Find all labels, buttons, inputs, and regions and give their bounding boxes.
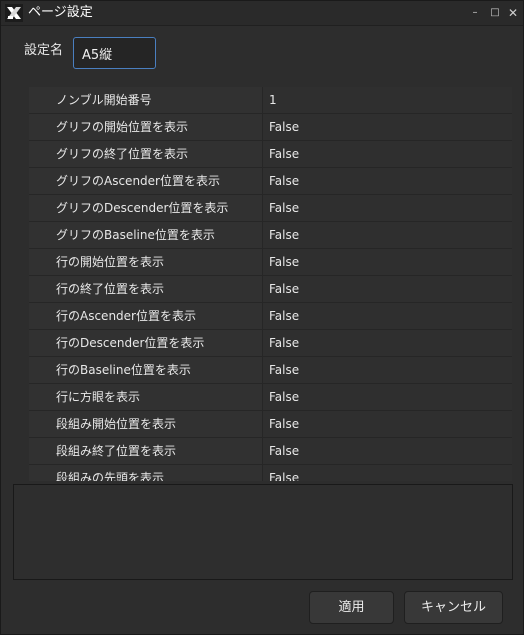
property-row[interactable]: 段組みの先頭を表示 False [29, 465, 512, 481]
property-row[interactable]: 行の終了位置を表示 False [29, 276, 512, 303]
property-name: 行の開始位置を表示 [29, 249, 263, 275]
maximize-icon[interactable]: □ [488, 6, 502, 20]
property-row[interactable]: グリフの開始位置を表示 False [29, 114, 512, 141]
property-value[interactable]: False [263, 114, 512, 140]
property-value[interactable]: False [263, 411, 512, 437]
property-value[interactable]: False [263, 438, 512, 464]
property-name: 段組み開始位置を表示 [29, 411, 263, 437]
property-row[interactable]: 行に方眼を表示 False [29, 384, 512, 411]
property-row[interactable]: グリフのDescender位置を表示 False [29, 195, 512, 222]
property-description-panel [13, 484, 513, 580]
property-value[interactable]: False [263, 195, 512, 221]
close-icon[interactable]: ✕ [506, 6, 520, 20]
property-row[interactable]: 段組み終了位置を表示 False [29, 438, 512, 465]
property-value[interactable]: False [263, 141, 512, 167]
property-row[interactable]: グリフのAscender位置を表示 False [29, 168, 512, 195]
minimize-icon[interactable]: – [468, 6, 482, 20]
property-value[interactable]: False [263, 330, 512, 356]
title-bar[interactable]: ページ設定 – □ ✕ [1, 1, 523, 26]
property-value[interactable]: False [263, 222, 512, 248]
property-name: ノンブル開始番号 [29, 87, 263, 113]
property-name: 行のAscender位置を表示 [29, 303, 263, 329]
property-name: 段組みの先頭を表示 [29, 465, 263, 481]
property-name: グリフの終了位置を表示 [29, 141, 263, 167]
property-row[interactable]: 行のBaseline位置を表示 False [29, 357, 512, 384]
property-name: 行の終了位置を表示 [29, 276, 263, 302]
window-title: ページ設定 [28, 5, 93, 20]
property-value[interactable]: False [263, 276, 512, 302]
property-name: 行のDescender位置を表示 [29, 330, 263, 356]
property-row[interactable]: 行のDescender位置を表示 False [29, 330, 512, 357]
property-row[interactable]: 段組み開始位置を表示 False [29, 411, 512, 438]
property-name: 行に方眼を表示 [29, 384, 263, 410]
property-grid[interactable]: ノンブル開始番号 1 グリフの開始位置を表示 False グリフの終了位置を表示 Fals… [29, 87, 512, 481]
cancel-button[interactable]: キャンセル [404, 591, 503, 624]
property-row[interactable]: 行の開始位置を表示 False [29, 249, 512, 276]
setting-name-label: 設定名 [24, 43, 64, 58]
page-settings-window: ページ設定 – □ ✕ 設定名 ノンブル開始番号1グリフの開始位置を表示Fals… [0, 0, 524, 635]
property-name: グリフの開始位置を表示 [29, 114, 263, 140]
apply-button[interactable]: 適用 [309, 591, 394, 624]
property-row[interactable]: グリフのBaseline位置を表示 False [29, 222, 512, 249]
property-value[interactable]: False [263, 357, 512, 383]
property-name: 段組み終了位置を表示 [29, 438, 263, 464]
property-value[interactable]: False [263, 303, 512, 329]
setting-name-input[interactable] [73, 37, 156, 69]
property-value[interactable]: 1 [263, 87, 512, 113]
property-value[interactable]: False [263, 384, 512, 410]
property-row[interactable]: グリフの終了位置を表示 False [29, 141, 512, 168]
property-name: グリフのAscender位置を表示 [29, 168, 263, 194]
property-name: グリフのBaseline位置を表示 [29, 222, 263, 248]
property-value[interactable]: False [263, 168, 512, 194]
property-value[interactable]: False [263, 465, 512, 481]
app-logo-icon [5, 4, 23, 22]
property-name: 行のBaseline位置を表示 [29, 357, 263, 383]
property-row[interactable]: ノンブル開始番号 1 [29, 87, 512, 114]
property-value[interactable]: False [263, 249, 512, 275]
property-row[interactable]: 行のAscender位置を表示 False [29, 303, 512, 330]
property-name: グリフのDescender位置を表示 [29, 195, 263, 221]
